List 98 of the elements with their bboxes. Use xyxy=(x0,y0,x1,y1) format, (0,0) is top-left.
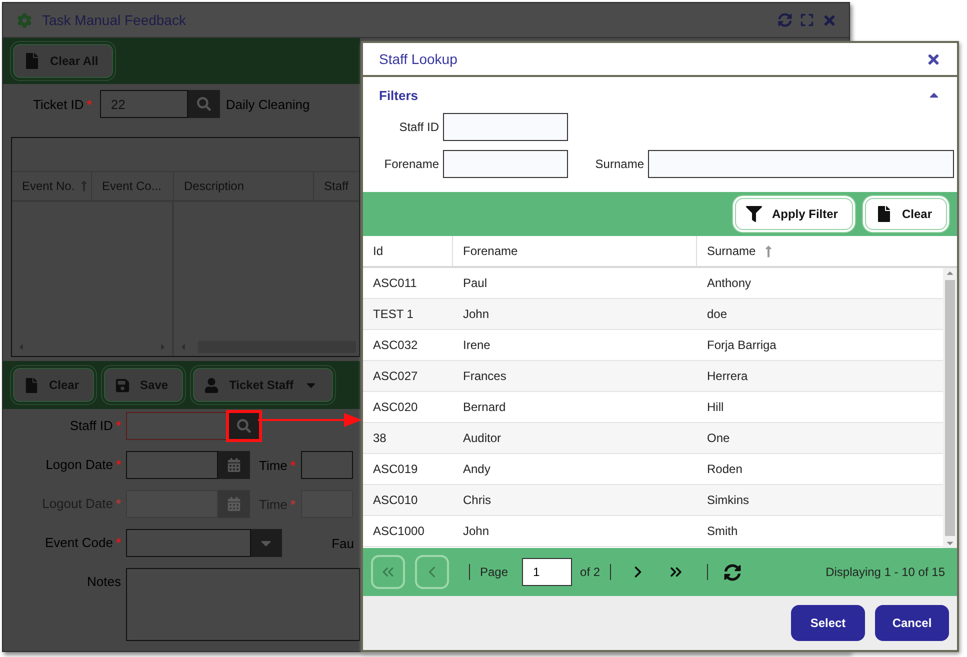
vertical-scrollbar[interactable] xyxy=(943,268,957,548)
table-cell-text: ASC032 xyxy=(372,337,419,354)
field-label: Time xyxy=(259,458,288,472)
ticket-description: Daily Cleaning xyxy=(226,96,310,112)
table-cell-text: Bernard xyxy=(462,399,507,416)
floppy-icon xyxy=(115,378,130,392)
table-cell-text: Herrera xyxy=(706,368,749,385)
table-cell-text: ASC020 xyxy=(372,399,419,416)
required-mark: * xyxy=(290,458,296,472)
field-label: Ticket ID xyxy=(33,96,84,112)
file-icon xyxy=(24,378,39,392)
table-cell-text: ASC011 xyxy=(372,275,418,292)
table-cell-text: TEST 1 xyxy=(372,306,414,323)
table-row[interactable]: ASC010 Chris Simkins xyxy=(363,485,943,516)
required-mark: * xyxy=(116,457,121,472)
required-mark: * xyxy=(290,496,296,512)
table-cell-text: doe xyxy=(706,306,728,323)
table-cell-text: ASC027 xyxy=(372,368,419,385)
expand-icon[interactable] xyxy=(800,13,814,27)
table-cell-text: Frances xyxy=(462,368,508,385)
field-label: Staff ID xyxy=(398,120,440,134)
field-label: Fau xyxy=(332,536,354,550)
table-cell-text: ASC019 xyxy=(372,461,419,478)
cancel-button[interactable]: Cancel xyxy=(875,605,949,641)
filters-heading[interactable]: Filters xyxy=(379,88,418,102)
close-button[interactable] xyxy=(926,52,941,66)
table-row[interactable]: ASC020 Bernard Hill xyxy=(363,392,943,423)
page-label: Page xyxy=(480,565,508,579)
dropdown-button[interactable] xyxy=(251,529,282,557)
table-cell-text: Paul xyxy=(462,275,488,292)
calendar-icon xyxy=(227,497,241,511)
close-icon[interactable] xyxy=(822,12,837,28)
field-label: Logon Date xyxy=(46,457,113,472)
table-cell-text: Irene xyxy=(462,337,492,354)
table-cell-text: John xyxy=(462,523,490,540)
search-icon xyxy=(237,419,251,433)
required-mark: * xyxy=(116,418,121,433)
time-field[interactable] xyxy=(301,451,354,479)
select-button[interactable]: Select xyxy=(791,605,865,641)
table-cell-text: ASC1000 xyxy=(372,523,426,540)
table-row[interactable]: ASC1000 John Smith xyxy=(363,516,943,547)
paging-status: Displaying 1 - 10 of 15 xyxy=(826,565,945,579)
required-mark: * xyxy=(116,535,121,550)
refresh-icon[interactable] xyxy=(778,13,792,27)
field-label: Notes xyxy=(87,574,121,589)
required-mark: * xyxy=(116,496,121,511)
table-row[interactable]: ASC032 Irene Forja Barriga xyxy=(363,330,943,361)
close-icon xyxy=(926,52,941,66)
event-code-dropdown[interactable] xyxy=(126,529,252,557)
column-header[interactable]: Surname xyxy=(697,236,943,266)
clear-button[interactable]: Clear xyxy=(864,198,947,230)
table-row[interactable]: 38 Auditor One xyxy=(363,423,943,454)
table-cell-text: John xyxy=(462,306,490,323)
notes-field[interactable] xyxy=(126,568,360,641)
dialog-title: Staff Lookup xyxy=(379,51,458,67)
table-cell-text: Simkins xyxy=(706,492,750,509)
table-cell-text: Forja Barriga xyxy=(706,337,778,354)
table-cell-text: Anthony xyxy=(706,275,752,292)
page-count: of 2 xyxy=(580,565,600,579)
apply-filter-button[interactable]: Apply Filter xyxy=(734,198,853,230)
calendar-icon xyxy=(227,458,241,472)
field-label: Event Code xyxy=(45,535,113,550)
table-cell-text: ASC010 xyxy=(372,492,419,509)
surname-field[interactable] xyxy=(648,150,954,178)
date-field[interactable] xyxy=(126,451,218,479)
table-cell-text: Andy xyxy=(462,461,492,478)
file-icon xyxy=(24,53,40,69)
table-row[interactable]: ASC027 Frances Herrera xyxy=(363,361,943,392)
field-label: Surname xyxy=(594,157,645,171)
field-label: Staff ID xyxy=(70,418,113,433)
search-button[interactable] xyxy=(228,412,260,440)
forename-field[interactable] xyxy=(443,150,568,178)
column-header[interactable]: Forename xyxy=(453,236,697,266)
file-icon xyxy=(876,206,892,222)
search-icon xyxy=(196,97,211,111)
refresh-icon xyxy=(724,564,742,580)
table-cell-text: One xyxy=(706,430,731,447)
search-button[interactable] xyxy=(188,90,220,118)
table-cell-text: Roden xyxy=(706,461,744,478)
table-row[interactable]: ASC011 Paul Anthony xyxy=(363,268,943,299)
staff-id-field[interactable] xyxy=(126,412,228,440)
table-cell-text: Auditor xyxy=(462,430,502,447)
filter-icon xyxy=(746,206,762,222)
table-cell-text: Chris xyxy=(462,492,492,509)
table-cell-text: Smith xyxy=(706,523,739,540)
gear-icon xyxy=(17,12,32,28)
table-row[interactable]: TEST 1 John doe xyxy=(363,299,943,330)
table-cell-text: Hill xyxy=(706,399,725,416)
page-field[interactable]: 1 xyxy=(522,558,572,586)
table-row[interactable]: ASC019 Andy Roden xyxy=(363,454,943,485)
field-label: Forename xyxy=(383,157,440,171)
column-header[interactable]: Id xyxy=(363,236,453,266)
person-icon xyxy=(204,378,220,392)
staff-id-field[interactable] xyxy=(443,113,568,141)
required-mark: * xyxy=(86,96,92,112)
refresh-button[interactable] xyxy=(724,564,742,580)
table-cell-text: 38 xyxy=(372,430,388,447)
calendar-button[interactable] xyxy=(218,451,250,479)
